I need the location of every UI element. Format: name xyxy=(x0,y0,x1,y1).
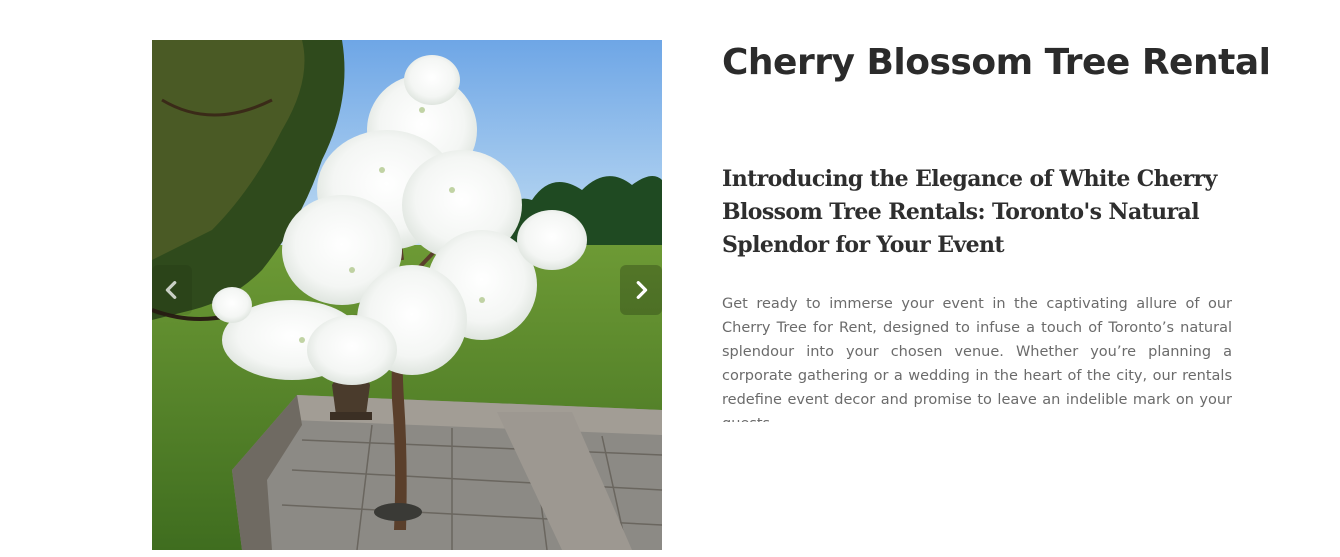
chevron-left-icon xyxy=(165,281,177,299)
product-description: Get ready to immerse your event in the c… xyxy=(722,296,1232,422)
chevron-right-icon xyxy=(636,281,648,299)
product-details: Cherry Blossom Tree Rental Introducing t… xyxy=(722,40,1271,422)
carousel-prev-button[interactable] xyxy=(152,265,192,315)
cherry-blossom-tree-photo xyxy=(152,40,662,550)
carousel-next-button[interactable] xyxy=(620,265,662,315)
page-title: Cherry Blossom Tree Rental xyxy=(722,42,1271,83)
product-page: Cherry Blossom Tree Rental Introducing t… xyxy=(0,0,1340,557)
image-carousel[interactable] xyxy=(152,40,662,550)
product-subtitle: Introducing the Elegance of White Cherry… xyxy=(722,166,1217,258)
